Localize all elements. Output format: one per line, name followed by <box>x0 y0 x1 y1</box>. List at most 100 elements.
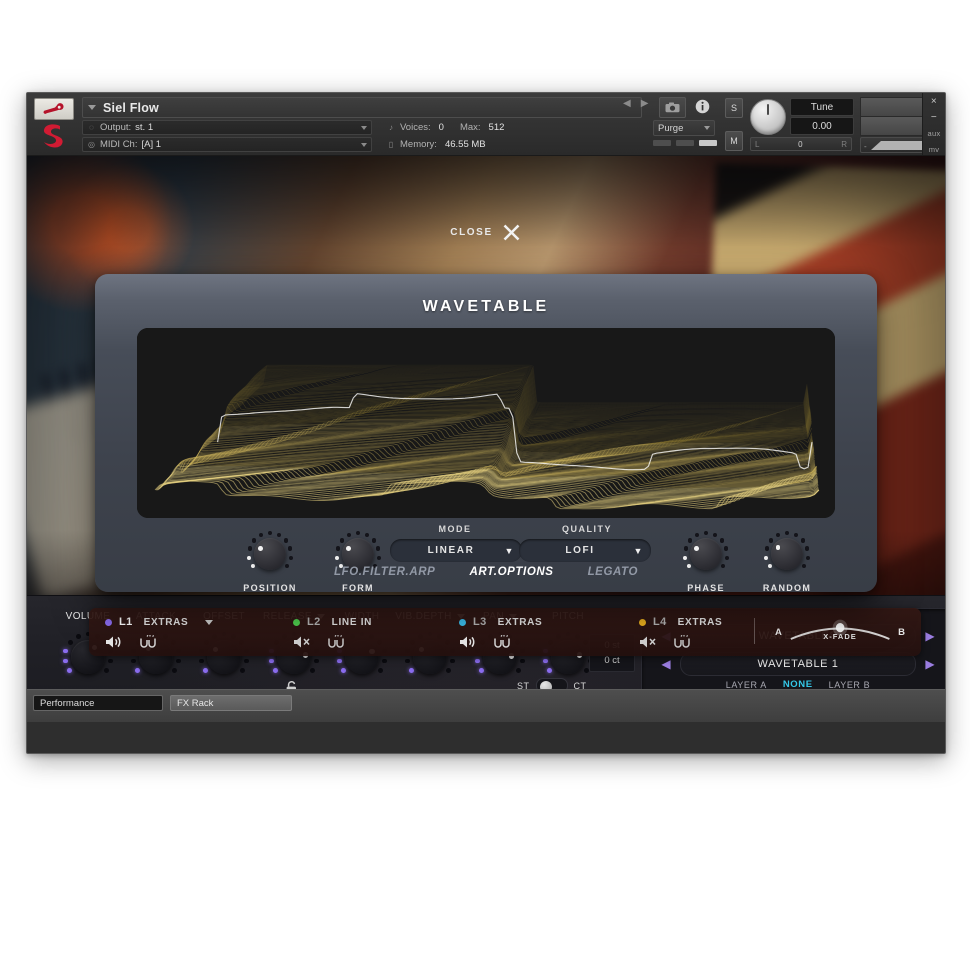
tab-art-options[interactable]: ART.OPTIONS <box>469 566 553 578</box>
screenshot-root: Siel Flow ◌ Output: st. 1 ◎ MIDI Ch: [A]… <box>0 0 970 970</box>
tab-performance-label: Performance <box>40 698 94 709</box>
tab-performance[interactable]: Performance <box>33 695 163 711</box>
mode-label: MODE <box>395 524 515 534</box>
layer-L1[interactable]: L1 EXTRAS <box>105 615 213 654</box>
layer-L2-source[interactable]: LINE IN <box>332 617 372 628</box>
aux-button[interactable]: aux <box>923 129 945 138</box>
layer-L1-speaker-icon[interactable] <box>105 635 127 654</box>
tune-label: Tune <box>790 98 854 116</box>
layer-a-button[interactable]: LAYER A <box>726 680 767 690</box>
max-label: Max: <box>460 122 481 133</box>
layer-L3[interactable]: L3 EXTRAS <box>459 615 542 654</box>
instrument-name: Siel Flow <box>103 101 159 115</box>
snapshot-camera-icon[interactable] <box>659 97 686 118</box>
xfade-arc[interactable]: X-FADE <box>789 619 891 645</box>
mv-button[interactable]: mv <box>923 145 945 154</box>
bank-next-icon[interactable]: ▶ <box>922 629 938 643</box>
slot-prev-icon[interactable]: ◀ <box>658 657 674 671</box>
layer-b-button[interactable]: LAYER B <box>829 680 871 690</box>
mini-button-3[interactable] <box>699 140 717 146</box>
pan-slider[interactable]: L 0 R <box>750 137 852 151</box>
tab-fx-rack[interactable]: FX Rack <box>170 695 292 711</box>
layer-L4-speaker-muted-icon[interactable] <box>639 635 661 654</box>
random-knob-label: RANDOM <box>738 583 836 593</box>
header-mini-buttons[interactable] <box>653 140 717 146</box>
output-icon: ◌ <box>87 123 96 132</box>
tab-fx-rack-label: FX Rack <box>177 698 213 709</box>
voices-readout: ♪ Voices: 0 Max: 512 <box>387 120 577 135</box>
close-icon[interactable]: × <box>923 96 945 107</box>
kontakt-plugin-window: Siel Flow ◌ Output: st. 1 ◎ MIDI Ch: [A]… <box>26 92 946 754</box>
instrument-body: CLOSE WAVETABLE <box>27 156 945 722</box>
volume-wedge <box>871 141 929 150</box>
form-knob-label: FORM <box>309 583 407 593</box>
midi-value: [A] 1 <box>141 139 161 150</box>
layer-L1-link-icon[interactable] <box>137 635 159 654</box>
layer-L4-source[interactable]: EXTRAS <box>678 617 723 628</box>
prev-preset-icon[interactable]: ◀ <box>623 98 631 109</box>
wrench-icon[interactable] <box>34 98 74 120</box>
tune-value[interactable]: 0.00 <box>790 117 854 135</box>
pan-right-label: R <box>841 140 847 149</box>
layer-L3-link-icon[interactable] <box>491 635 513 654</box>
pan-center-value: 0 <box>798 140 802 149</box>
solo-button[interactable]: S <box>725 98 743 118</box>
quality-label: QUALITY <box>527 524 647 534</box>
xfade-label-b: B <box>898 627 905 638</box>
close-label: CLOSE <box>450 227 492 238</box>
chevron-down-icon <box>704 126 710 130</box>
layer-L4-link-icon[interactable] <box>671 635 693 654</box>
layer-L3-source[interactable]: EXTRAS <box>498 617 543 628</box>
layer-L1-color-dot <box>105 619 112 626</box>
mute-button[interactable]: M <box>725 131 743 151</box>
layer-L4-id: L4 <box>653 616 667 628</box>
purge-label: Purge <box>658 123 683 134</box>
instrument-name-field[interactable]: Siel Flow <box>82 97 642 118</box>
layer-L3-speaker-icon[interactable] <box>459 635 481 654</box>
max-value: 512 <box>489 122 505 133</box>
layer-strip: L1 EXTRAS <box>89 608 921 656</box>
quality-value: LOFI <box>519 545 625 556</box>
midi-icon: ◎ <box>87 140 96 149</box>
quality-select[interactable]: LOFI ▼ <box>519 539 651 562</box>
layer-L2[interactable]: L2 LINE IN <box>293 615 372 654</box>
layer-L3-id: L3 <box>473 616 487 628</box>
chevron-down-icon <box>361 126 367 130</box>
layer-L1-source[interactable]: EXTRAS <box>144 617 189 628</box>
wavetable-modal: WAVETABLE <box>95 274 877 592</box>
minimize-icon[interactable]: − <box>923 112 945 123</box>
slot-next-icon[interactable]: ▶ <box>922 657 938 671</box>
midi-channel-selector[interactable]: ◎ MIDI Ch: [A] 1 <box>82 137 372 152</box>
layer-L2-speaker-muted-icon[interactable] <box>293 635 315 654</box>
wavetable-waterfall-svg <box>137 328 835 518</box>
layer-L4-color-dot <box>639 619 646 626</box>
mini-button-2[interactable] <box>676 140 694 146</box>
tab-lfo-filter-arp[interactable]: LFO.FILTER.ARP <box>334 566 435 578</box>
preset-nav[interactable]: ◀ ▶ <box>623 98 648 109</box>
close-overlay-button[interactable]: CLOSE <box>27 222 945 242</box>
memory-readout: ▯ Memory: 46.55 MB <box>387 137 577 152</box>
library-logo <box>35 121 71 153</box>
layer-L2-link-icon[interactable] <box>325 635 347 654</box>
layer-L1-id: L1 <box>119 616 133 628</box>
wavetable-display[interactable] <box>137 328 835 518</box>
close-icon[interactable] <box>502 222 522 242</box>
info-icon[interactable] <box>692 96 712 116</box>
tune-knob-pointer <box>767 104 769 115</box>
mini-button-1[interactable] <box>653 140 671 146</box>
voices-value: 0 <box>439 122 444 133</box>
tab-legato[interactable]: LEGATO <box>588 566 638 578</box>
layer-L2-id: L2 <box>307 616 321 628</box>
chevron-down-icon[interactable] <box>205 620 213 625</box>
layer-L4[interactable]: L4 EXTRAS <box>639 615 722 654</box>
purge-menu[interactable]: Purge <box>653 120 715 136</box>
xfade-label: X-FADE <box>789 632 891 641</box>
layer-L2-color-dot <box>293 619 300 626</box>
next-preset-icon[interactable]: ▶ <box>641 98 649 109</box>
chevron-down-icon <box>88 105 96 110</box>
mode-select[interactable]: LINEAR ▼ <box>390 539 522 562</box>
tune-knob[interactable] <box>750 99 786 135</box>
output-selector[interactable]: ◌ Output: st. 1 <box>82 120 372 135</box>
xfade-control[interactable]: A X-FADE B <box>775 617 905 647</box>
output-label: Output: <box>100 122 131 133</box>
